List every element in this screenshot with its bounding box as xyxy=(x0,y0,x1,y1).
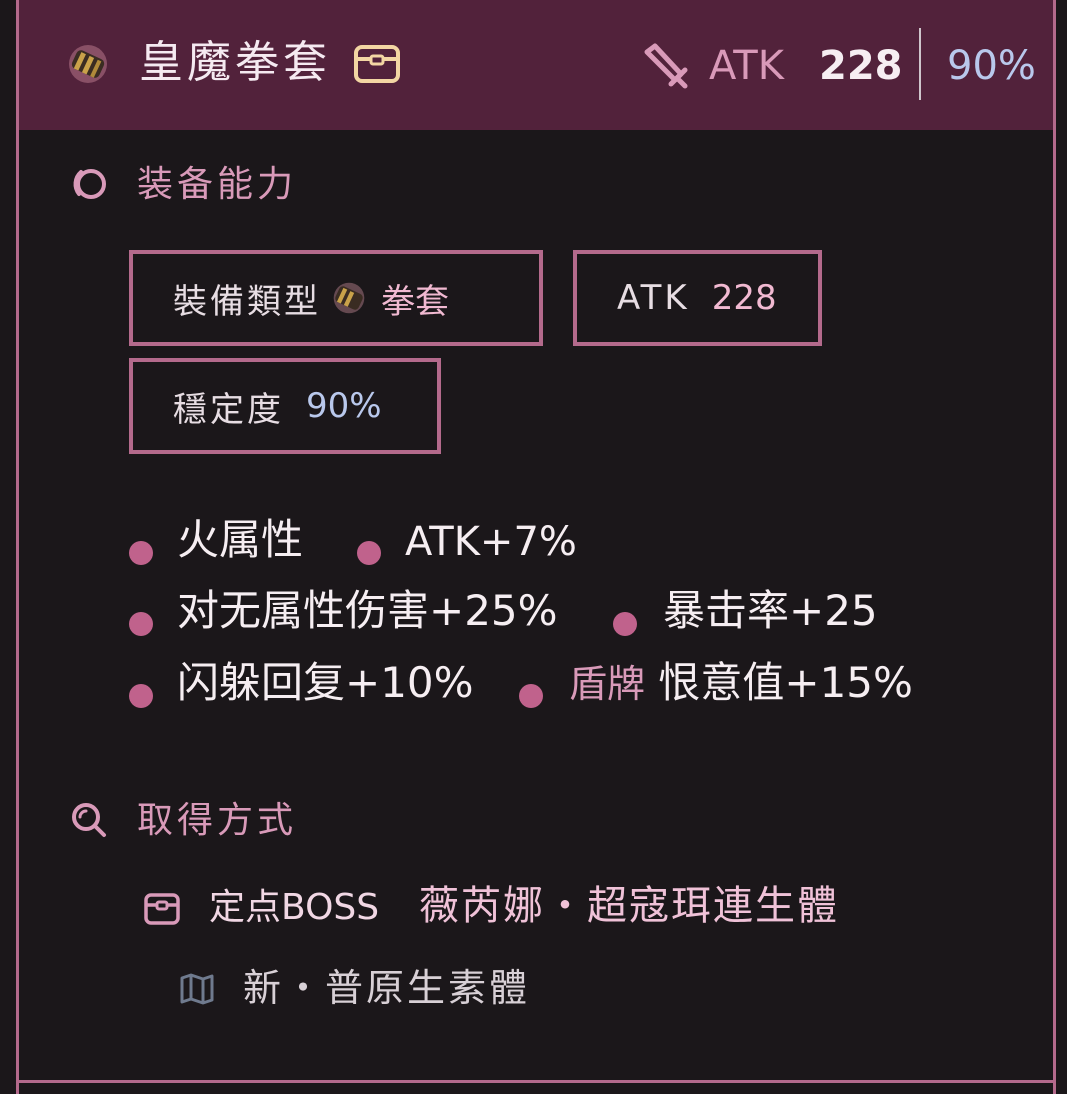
bonus-item-shield: 盾牌 恨意值+15% xyxy=(569,653,913,714)
item-header: 皇魔拳套 ATK 228 90% xyxy=(19,0,1053,130)
bonus-item: 闪躲回复+10% xyxy=(177,658,474,707)
bonus-item: 火属性 xyxy=(177,515,304,564)
location-name: 新・普原生素體 xyxy=(243,966,531,1010)
card-bottom-border xyxy=(19,1080,1053,1083)
bonus-item: 对无属性伤害+25% xyxy=(177,586,558,635)
atk-label: ATK xyxy=(617,278,690,318)
atk-value: 228 xyxy=(711,278,777,318)
gauntlet-icon xyxy=(333,282,365,314)
bullet xyxy=(613,612,637,636)
bonus-text: 恨意值+15% xyxy=(658,658,913,707)
abilities-title: 装备能力 xyxy=(137,164,298,205)
header-divider xyxy=(919,28,921,100)
stability-value: 90% xyxy=(306,386,382,426)
swirl-icon xyxy=(73,169,106,199)
header-stability-value: 90% xyxy=(947,43,1036,89)
gauntlet-icon xyxy=(69,45,107,83)
equip-type-value: 拳套 xyxy=(381,281,449,322)
tag-equip-type: 裝備類型 拳套 xyxy=(129,250,543,346)
stability-label: 穩定度 xyxy=(173,389,284,430)
shield-prefix: 盾牌 xyxy=(569,662,646,706)
search-icon xyxy=(72,803,106,837)
acquisition-title: 取得方式 xyxy=(137,800,298,841)
bullet xyxy=(519,684,543,708)
bullet xyxy=(129,612,153,636)
item-name: 皇魔拳套 xyxy=(139,37,331,88)
bullet xyxy=(129,684,153,708)
item-card: 皇魔拳套 ATK 228 90% 装备能力 裝備類型 拳套 ATK 228 穩定… xyxy=(16,0,1056,1094)
map-icon xyxy=(180,973,214,1005)
boss-name: 薇芮娜・超寇珥連生體 xyxy=(419,883,839,929)
bullet xyxy=(129,541,153,565)
bonus-item: 暴击率+25 xyxy=(663,586,878,635)
boss-label: 定点BOSS xyxy=(209,887,380,928)
chest-icon[interactable] xyxy=(353,44,401,84)
bullet xyxy=(357,541,381,565)
chest-icon xyxy=(144,893,180,925)
header-atk-label: ATK xyxy=(709,43,784,89)
bonus-item: ATK+7% xyxy=(405,519,577,565)
tag-stability: 穩定度 90% xyxy=(129,358,441,454)
tag-atk: ATK 228 xyxy=(573,250,822,346)
sword-icon xyxy=(644,43,688,89)
equip-type-label: 裝備類型 xyxy=(173,281,321,322)
header-atk-value: 228 xyxy=(819,43,903,89)
